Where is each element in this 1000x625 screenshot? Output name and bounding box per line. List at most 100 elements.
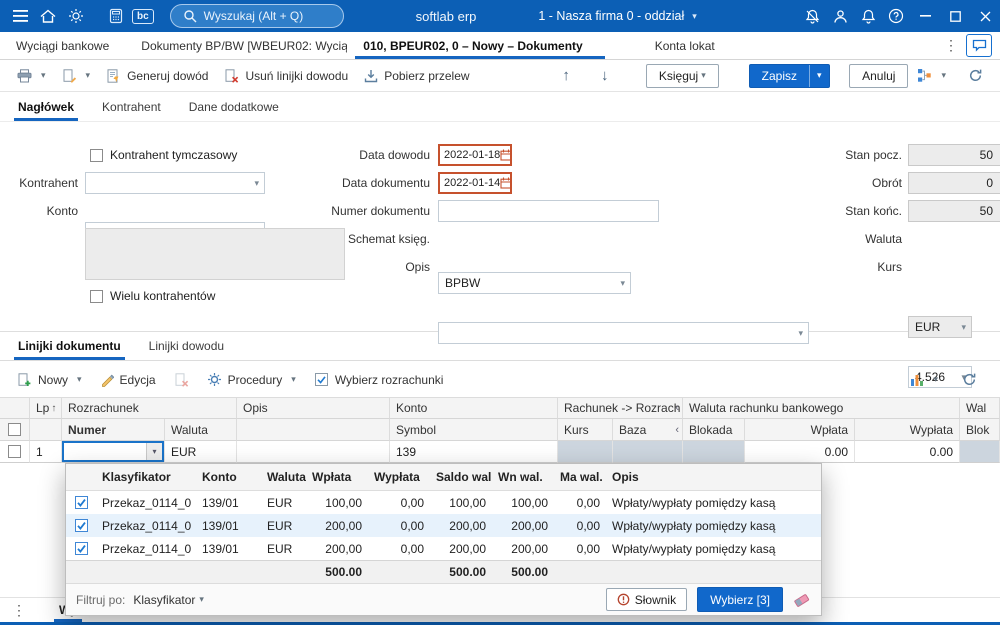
eraser-icon[interactable] [793, 592, 811, 608]
popup-row[interactable]: Przekaz_0114_0 139/01 EUR 200,00 0,00 20… [66, 537, 821, 560]
checkbox-unchecked-icon[interactable] [90, 148, 103, 162]
popup-row[interactable]: Przekaz_0114_0 139/01 EUR 200,00 0,00 20… [66, 514, 821, 537]
kontrahent-combo[interactable] [85, 172, 265, 194]
comments-bubble-icon[interactable] [966, 34, 992, 57]
col-waluta[interactable]: Waluta [165, 419, 237, 441]
col-rozrachunek[interactable]: Rozrachunek [62, 397, 237, 419]
bell-icon[interactable] [854, 0, 882, 32]
company-selector[interactable]: 1 - Nasza firma 0 - oddział [538, 9, 696, 23]
delete-voucher-lines-button[interactable]: Usuń linijki dowodu [217, 64, 355, 88]
data-dowodu-input[interactable]: 2022-01-18 [438, 144, 512, 166]
col-lp[interactable]: Lp [30, 397, 62, 419]
popup-col-konto[interactable]: Konto [196, 464, 261, 490]
procedures-button[interactable]: Procedury [200, 368, 303, 392]
help-icon[interactable] [882, 0, 910, 32]
col-symbol[interactable]: Symbol [390, 419, 558, 441]
ksieguj-button[interactable]: Księguj [645, 63, 719, 88]
column-chart-icon[interactable] [903, 368, 945, 392]
tab-dokumenty-bpbw[interactable]: Dokumenty BP/BW [WBEUR02: Wyciąg [125, 32, 347, 59]
dictionary-button[interactable]: Słownik [605, 588, 688, 611]
popup-row[interactable]: Przekaz_0114_0 139/01 EUR 100,00 0,00 10… [66, 491, 821, 514]
bc-badge-icon[interactable]: bc [132, 8, 154, 24]
col-konto[interactable]: Konto [390, 397, 558, 419]
export-document-button[interactable] [55, 64, 98, 88]
tab-naglowek[interactable]: Nagłówek [4, 92, 88, 121]
tab-kontrahent[interactable]: Kontrahent [88, 92, 175, 121]
download-transfer-button[interactable]: Pobierz przelew [357, 64, 476, 88]
workflow-icon[interactable] [910, 64, 953, 88]
notifications-muted-icon[interactable] [798, 0, 826, 32]
popup-col-ma[interactable]: Ma wal. [554, 464, 606, 490]
col-kurs[interactable]: Kurs [558, 419, 613, 441]
multiple-contractors-checkbox[interactable]: Wielu kontrahentów [90, 288, 215, 304]
cancel-button[interactable]: Anuluj [849, 63, 909, 88]
tab-wyciagi-bankowe[interactable]: Wyciągi bankowe [0, 32, 125, 59]
checkbox-checked-icon[interactable] [74, 496, 88, 509]
popup-col-saldo[interactable]: Saldo wal. [430, 464, 492, 490]
print-button[interactable] [10, 64, 53, 88]
save-button[interactable]: Zapisz [748, 63, 830, 88]
tab-nowy-dokument[interactable]: 010, BPEUR02, 0 – Nowy – Dokumenty [347, 32, 612, 59]
checkbox-checked-icon[interactable] [74, 542, 88, 555]
tab-konta-lokat[interactable]: Konta lokat [639, 32, 731, 59]
bottom-kebab-icon[interactable] [10, 602, 28, 619]
maximize-button[interactable] [940, 0, 970, 32]
user-icon[interactable] [826, 0, 854, 32]
select-all-checkbox[interactable] [8, 423, 21, 436]
calendar-icon[interactable] [500, 177, 510, 189]
settlements-dropdown-popup: Klasyfikator Konto Waluta Wpłata Wypłata… [65, 463, 822, 616]
col-rachunek-rozrachunek[interactable]: Rachunek -> Rozrach [558, 397, 683, 419]
scroll-left-icon[interactable] [675, 402, 679, 414]
search-input[interactable]: Wyszukaj (Alt + Q) [169, 4, 344, 28]
col-blokada[interactable]: Blokada [683, 419, 745, 441]
checkbox-checked-icon[interactable] [74, 519, 88, 532]
settings-sun-icon[interactable] [62, 0, 90, 32]
minimize-button[interactable] [910, 0, 940, 32]
scroll-left-icon[interactable] [675, 424, 679, 436]
refresh-lines-icon[interactable] [955, 368, 984, 392]
tab-overflow-kebab-icon[interactable] [942, 37, 960, 54]
col-numer[interactable]: Numer [62, 419, 165, 441]
popup-col-wn[interactable]: Wn wal. [492, 464, 554, 490]
calendar-icon[interactable] [500, 149, 510, 161]
move-down-icon[interactable]: ↓ [593, 64, 615, 88]
grid-data-row[interactable]: 1 EUR 139 0.00 0.00 [0, 441, 1000, 463]
tab-linijki-dokumentu[interactable]: Linijki dokumentu [4, 331, 135, 360]
col-blok[interactable]: Blok [960, 419, 1000, 441]
col-waluta-rachunku[interactable]: Waluta rachunku bankowego [683, 397, 960, 419]
generate-voucher-button[interactable]: Generuj dowód [99, 64, 215, 88]
tab-linijki-dowodu[interactable]: Linijki dowodu [135, 331, 238, 360]
popup-col-waluta[interactable]: Waluta [261, 464, 306, 490]
filter-field-dropdown[interactable]: Klasyfikator [133, 593, 204, 607]
calculator-icon[interactable] [102, 0, 130, 32]
tab-dane-dodatkowe[interactable]: Dane dodatkowe [175, 92, 293, 121]
col-wplata[interactable]: Wpłata [745, 419, 855, 441]
select-settlements-button[interactable]: Wybierz rozrachunki [307, 368, 451, 392]
col-baza[interactable]: Baza [613, 419, 683, 441]
schemat-combo[interactable]: BPBW [438, 272, 631, 294]
temporary-contractor-checkbox[interactable]: Kontrahent tymczasowy [90, 147, 237, 163]
col-wal[interactable]: Wal [960, 397, 1000, 419]
popup-col-opis[interactable]: Opis [606, 464, 821, 490]
rozrachunek-numer-input[interactable] [64, 443, 146, 460]
home-icon[interactable] [34, 0, 62, 32]
col-wyplata[interactable]: Wypłata [855, 419, 960, 441]
edit-line-button[interactable]: Edycja [93, 368, 163, 392]
numer-dokumentu-input[interactable] [438, 200, 659, 222]
new-line-button[interactable]: Nowy [10, 368, 89, 392]
popup-col-klasyfikator[interactable]: Klasyfikator [96, 464, 196, 490]
move-up-icon[interactable]: ↑ [555, 64, 577, 88]
col-opis[interactable]: Opis [237, 397, 390, 419]
save-dropdown-icon[interactable] [809, 64, 829, 87]
select-button[interactable]: Wybierz [3] [697, 587, 783, 612]
close-button[interactable] [970, 0, 1000, 32]
row-checkbox[interactable] [8, 445, 21, 458]
menu-icon[interactable] [6, 0, 34, 32]
data-dokumentu-input[interactable]: 2022-01-14 [438, 172, 512, 194]
refresh-icon[interactable] [961, 64, 990, 88]
popup-col-wplata[interactable]: Wpłata [306, 464, 368, 490]
popup-col-wyplata[interactable]: Wypłata [368, 464, 430, 490]
chevron-down-icon[interactable] [146, 443, 162, 460]
cell-numer-edit[interactable] [62, 441, 165, 463]
checkbox-unchecked-icon[interactable] [90, 289, 103, 303]
